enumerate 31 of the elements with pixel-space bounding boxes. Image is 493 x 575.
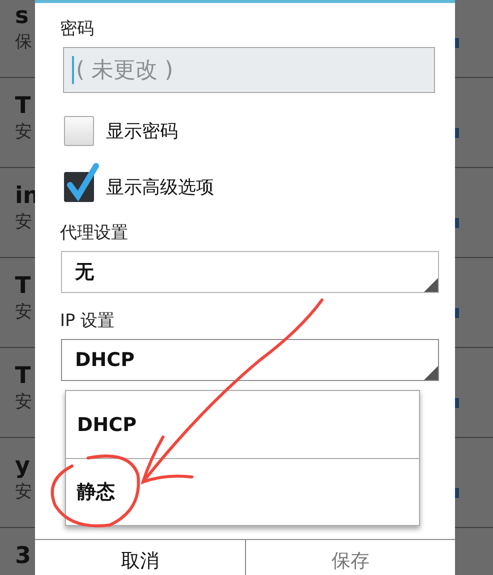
- network-status: 安: [15, 481, 32, 504]
- menu-item[interactable]: DHCP: [66, 391, 419, 458]
- dropdown-corner-icon: [424, 278, 438, 292]
- network-status: 安: [15, 301, 32, 324]
- checkbox[interactable]: [64, 116, 94, 146]
- signal-icon: [455, 488, 459, 498]
- field-label: IP 设置: [60, 310, 115, 333]
- signal-icon: [455, 218, 459, 228]
- dropdown[interactable]: DHCP: [61, 339, 439, 381]
- signal-icon: [455, 308, 459, 318]
- network-name: y: [15, 452, 30, 480]
- network-status: 保: [15, 31, 32, 54]
- dropdown-corner-icon: [424, 366, 438, 380]
- network-name: s: [15, 2, 29, 30]
- signal-icon: [455, 38, 459, 48]
- network-name: T: [15, 272, 31, 300]
- network-status: 安: [15, 391, 32, 414]
- dropdown[interactable]: 无: [61, 251, 439, 293]
- checkbox-label: 显示密码: [106, 120, 178, 143]
- signal-icon: [455, 398, 459, 408]
- menu-item[interactable]: 静态: [66, 458, 419, 525]
- signal-icon: [455, 128, 459, 138]
- checkmark-icon: [66, 163, 100, 201]
- network-status: 安: [15, 211, 32, 234]
- field-label: 密码: [60, 18, 94, 41]
- field-label: 代理设置: [60, 222, 128, 245]
- network-name: T: [15, 362, 31, 390]
- checkbox-label: 显示高级选项: [106, 176, 214, 199]
- network-name: T: [15, 92, 31, 120]
- network-name: 3: [15, 542, 32, 570]
- network-status: 安: [15, 121, 32, 144]
